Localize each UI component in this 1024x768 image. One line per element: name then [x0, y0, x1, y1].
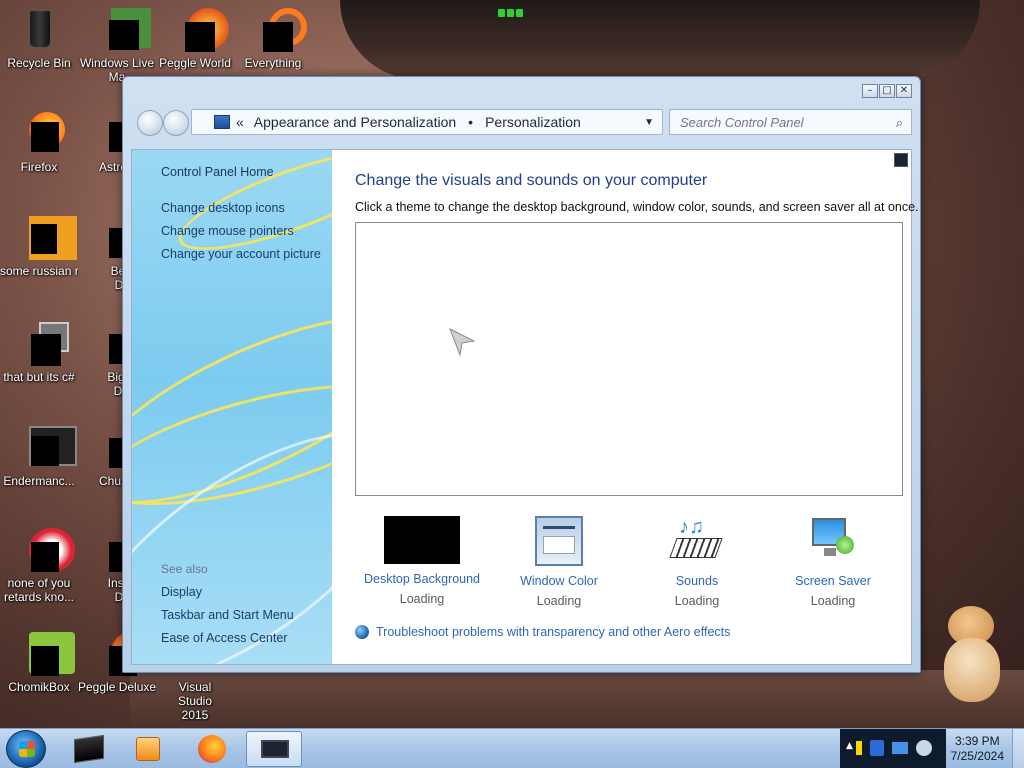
- address-bar[interactable]: « Appearance and Personalization • Perso…: [191, 109, 680, 135]
- desktop-icon-endermanch[interactable]: Endermanc...: [0, 426, 78, 488]
- wallpaper-lower: [130, 670, 1024, 728]
- system-clock[interactable]: 3:39 PM 7/25/2024: [951, 734, 1004, 764]
- desktop-background-label[interactable]: Desktop Background: [357, 572, 487, 586]
- maximize-button[interactable]: □: [879, 84, 895, 98]
- change-account-picture-link[interactable]: Change your account picture: [161, 247, 321, 261]
- tray-expand-icon[interactable]: ▲: [846, 741, 853, 751]
- show-desktop-button[interactable]: [1012, 729, 1024, 768]
- breadcrumb-separator[interactable]: •: [468, 114, 473, 130]
- taskbar-firefox[interactable]: [184, 731, 240, 767]
- caption-buttons: – □ ✕: [862, 84, 912, 98]
- app-icon: [15, 322, 69, 366]
- control-panel-home-link[interactable]: Control Panel Home: [161, 165, 274, 179]
- breadcrumb-overflow[interactable]: «: [236, 114, 244, 130]
- clock-time: 3:39 PM: [954, 734, 1000, 748]
- sounds-status: Loading: [674, 594, 720, 608]
- forward-button[interactable]: [163, 110, 189, 136]
- screen-saver-label[interactable]: Screen Saver: [768, 574, 898, 588]
- green-indicator: [498, 6, 528, 17]
- minimize-button[interactable]: –: [862, 84, 878, 98]
- ease-of-access-link[interactable]: Ease of Access Center: [161, 631, 287, 645]
- sounds-option[interactable]: ♪♫ Sounds Loading: [632, 516, 762, 608]
- windows-logo-icon: [19, 741, 35, 757]
- search-icon[interactable]: ⌕: [896, 115, 903, 131]
- start-button[interactable]: [6, 730, 46, 768]
- recycle-bin-icon: [15, 8, 63, 52]
- desktop-background-icon: [384, 516, 460, 564]
- desktop-icon-russian-rat[interactable]: some russian ran a rat: [0, 216, 78, 278]
- taskbar-media-player[interactable]: [122, 731, 178, 767]
- chomikbox-icon: [15, 632, 75, 676]
- window-color-icon: [535, 516, 583, 566]
- control-panel-icon: [261, 740, 289, 758]
- wallpaper: [340, 0, 980, 80]
- app-icon: [74, 734, 104, 764]
- media-player-icon: [136, 737, 160, 761]
- taskbar-control-panel[interactable]: [246, 731, 302, 767]
- window-color-status: Loading: [536, 594, 582, 608]
- windows-live-icon: [93, 8, 151, 52]
- globe-icon: [355, 625, 369, 639]
- taskbar-start-menu-link[interactable]: Taskbar and Start Menu: [161, 608, 294, 622]
- taskbar-app-1[interactable]: [62, 731, 118, 767]
- troubleshoot-label[interactable]: Troubleshoot problems with transparency …: [376, 625, 730, 639]
- search-input[interactable]: Search Control Panel ⌕: [669, 109, 912, 135]
- clock-date: 7/25/2024: [950, 749, 1004, 763]
- screen-saver-status: Loading: [810, 594, 856, 608]
- address-dropdown-icon[interactable]: ▼: [644, 117, 654, 128]
- tray-icon-2[interactable]: [870, 740, 884, 756]
- everything-icon: [249, 8, 307, 52]
- desktop-icon-chomikbox[interactable]: ChomikBox: [0, 632, 78, 694]
- desktop-background-option[interactable]: Desktop Background Loading: [357, 516, 487, 606]
- navigation-bar: « Appearance and Personalization • Perso…: [133, 105, 912, 139]
- desktop-icon-windows-live[interactable]: Windows Live Ma: [78, 8, 156, 84]
- firefox-icon: [198, 735, 226, 763]
- sounds-icon: ♪♫: [669, 516, 723, 566]
- screen-saver-option[interactable]: Screen Saver Loading: [768, 516, 898, 608]
- app-icon: [15, 216, 77, 260]
- taskbar: ▲ 3:39 PM 7/25/2024: [0, 728, 1024, 768]
- window-color-label[interactable]: Window Color: [494, 574, 624, 588]
- breadcrumb-personalization[interactable]: Personalization: [485, 114, 581, 130]
- back-button[interactable]: [137, 110, 163, 136]
- search-placeholder: Search Control Panel: [680, 115, 804, 130]
- change-mouse-pointers-link[interactable]: Change mouse pointers: [161, 224, 294, 238]
- desktop-background-status: Loading: [399, 592, 445, 606]
- notification-area: ▲: [840, 729, 946, 768]
- app-icon: [15, 426, 77, 470]
- breadcrumb-appearance[interactable]: Appearance and Personalization: [254, 114, 456, 130]
- desktop-icon-everything[interactable]: Everything: [234, 8, 312, 70]
- desktop-icon-peggle-world[interactable]: Peggle World: [156, 8, 234, 70]
- app-icon: [15, 528, 75, 572]
- desktop-icon-none-of-you[interactable]: none of you retards kno...: [0, 528, 78, 604]
- page-subtitle: Click a theme to change the desktop back…: [355, 200, 919, 214]
- task-pane: Control Panel Home Change desktop icons …: [132, 150, 332, 664]
- display-link[interactable]: Display: [161, 585, 202, 599]
- control-panel-icon: [214, 115, 230, 129]
- desktop-icon-that-but-csharp[interactable]: that but its c#: [0, 322, 78, 384]
- personalization-window[interactable]: – □ ✕ « Appearance and Personalization •…: [122, 76, 921, 673]
- troubleshoot-link[interactable]: Troubleshoot problems with transparency …: [355, 625, 730, 639]
- tray-icon-4[interactable]: [916, 740, 932, 756]
- page-title: Change the visuals and sounds on your co…: [355, 172, 708, 189]
- tray-icon-3[interactable]: [892, 742, 908, 754]
- tray-icon-1[interactable]: [856, 741, 862, 755]
- desktop-icon-firefox[interactable]: Firefox: [0, 112, 78, 174]
- cursor-icon: [449, 327, 476, 357]
- see-also-heading: See also: [161, 562, 208, 576]
- sounds-label[interactable]: Sounds: [632, 574, 762, 588]
- help-icon[interactable]: [894, 153, 908, 167]
- window-color-option[interactable]: Window Color Loading: [494, 516, 624, 608]
- peggle-world-icon: [171, 8, 229, 52]
- close-button[interactable]: ✕: [896, 84, 912, 98]
- theme-list[interactable]: [355, 222, 903, 496]
- main-pane: Change the visuals and sounds on your co…: [332, 150, 919, 664]
- firefox-icon: [15, 112, 65, 156]
- screen-saver-icon: [810, 516, 856, 566]
- change-desktop-icons-link[interactable]: Change desktop icons: [161, 201, 285, 215]
- hamster-sticker: [940, 606, 1004, 706]
- content-area: Control Panel Home Change desktop icons …: [131, 149, 919, 665]
- desktop-icon-recycle-bin[interactable]: Recycle Bin: [0, 8, 78, 70]
